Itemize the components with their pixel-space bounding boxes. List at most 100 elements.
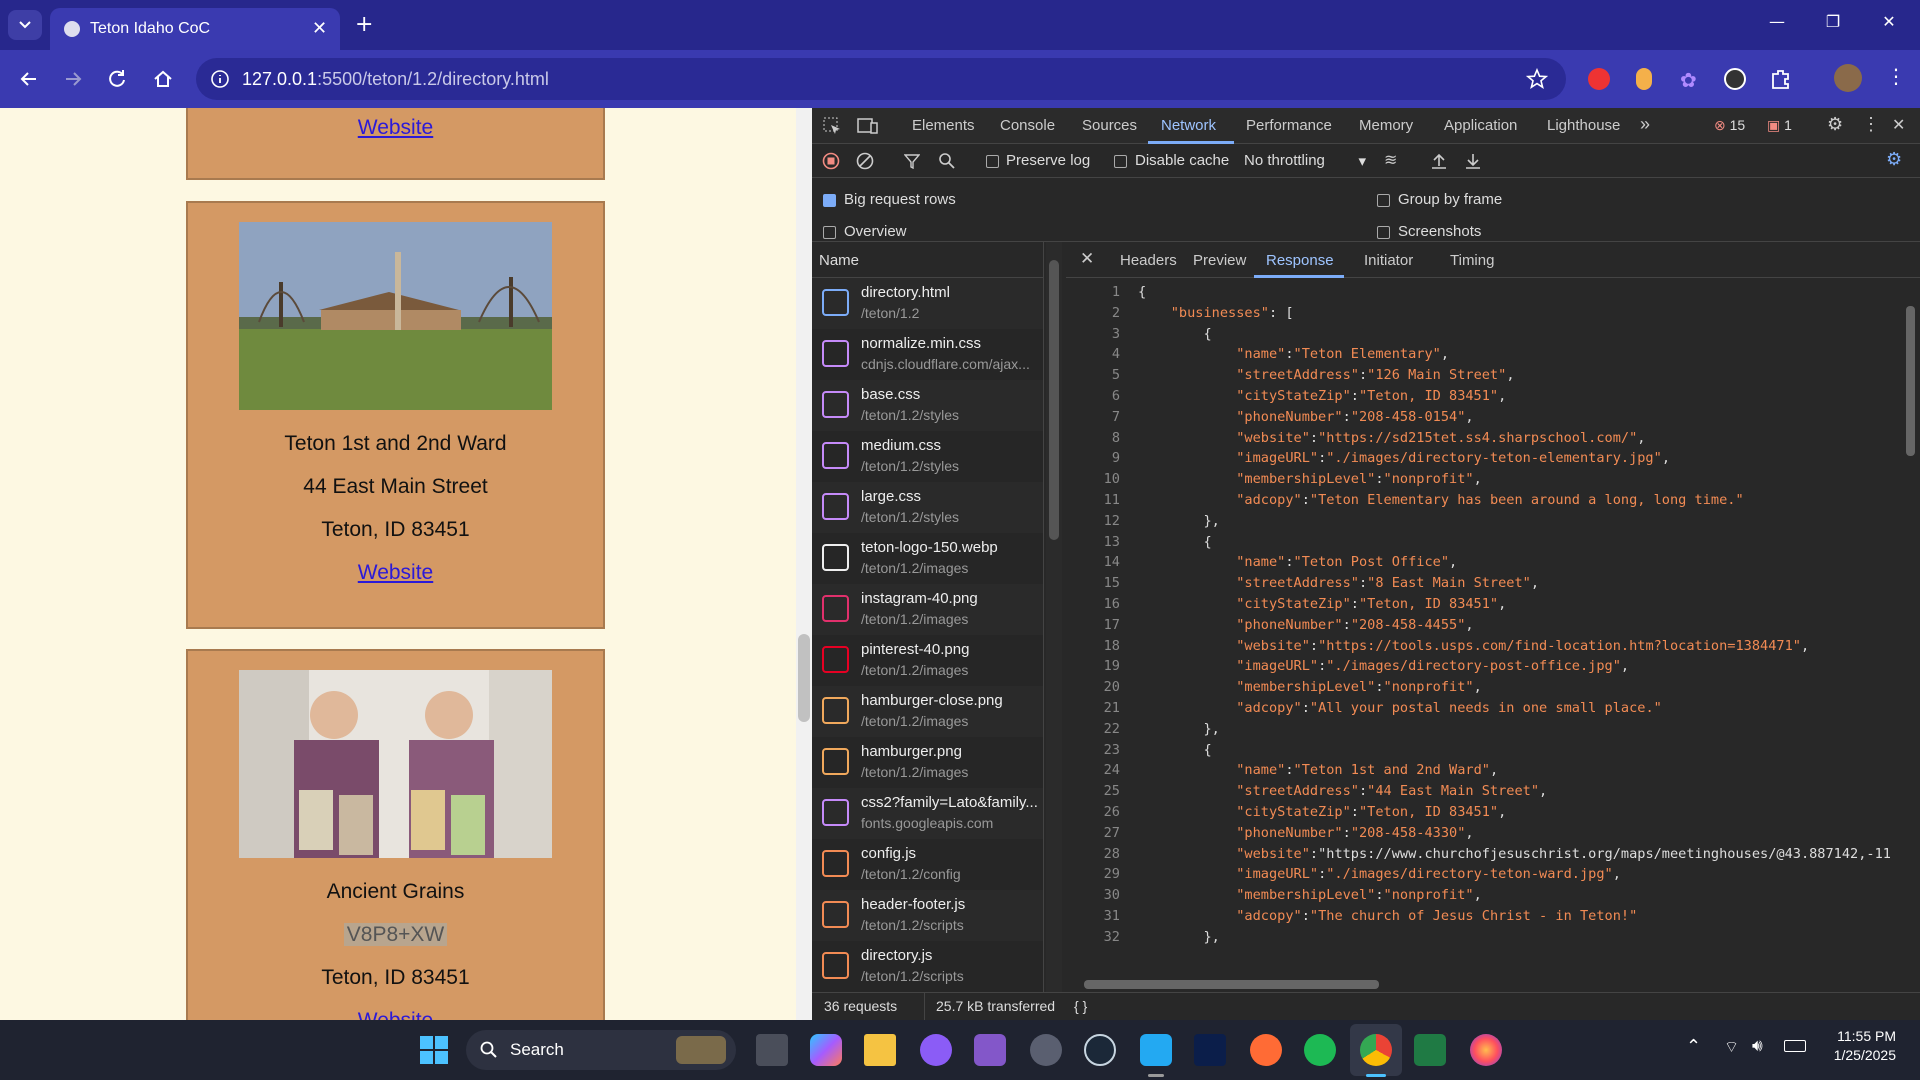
website-link[interactable]: Website	[358, 116, 433, 139]
profile-avatar[interactable]	[1834, 64, 1862, 92]
request-row[interactable]: config.js/teton/1.2/config	[812, 839, 1043, 890]
task-view-icon[interactable]	[756, 1034, 788, 1066]
request-row[interactable]: css2?family=Lato&family... fonts.googleap…	[812, 788, 1043, 839]
page-scrollbar[interactable]	[796, 108, 812, 1020]
response-vertical-scrollbar[interactable]	[1902, 284, 1918, 974]
tab-sources[interactable]: Sources	[1082, 117, 1137, 134]
volume-icon[interactable]: 🔊︎	[1752, 1036, 1763, 1056]
close-detail-icon[interactable]: ✕	[1080, 249, 1094, 269]
tab-console[interactable]: Console	[1000, 117, 1055, 134]
visual-studio-icon[interactable]	[974, 1034, 1006, 1066]
request-list-scroll-thumb[interactable]	[1049, 260, 1059, 540]
request-row[interactable]: normalize.min.css cdnjs.cloudflare.com/aj…	[812, 329, 1043, 380]
battery-icon[interactable]	[1784, 1040, 1806, 1052]
forward-button[interactable]	[58, 64, 88, 94]
github-desktop-icon[interactable]	[920, 1034, 952, 1066]
request-row[interactable]: directory.html/teton/1.2	[812, 278, 1043, 329]
address-bar[interactable]: 127.0.0.1:5500/teton/1.2/directory.html	[196, 58, 1566, 100]
show-hidden-icons-chevron-icon[interactable]: ⌃	[1686, 1036, 1701, 1057]
response-hscroll-thumb[interactable]	[1084, 980, 1379, 989]
tab-timing[interactable]: Timing	[1450, 252, 1494, 269]
request-row[interactable]: base.css/teton/1.2/styles	[812, 380, 1043, 431]
export-har-icon[interactable]	[1464, 152, 1482, 170]
new-tab-button[interactable]: +	[355, 12, 373, 37]
screenshots-checkbox[interactable]	[1377, 226, 1390, 239]
tab-performance[interactable]: Performance	[1246, 117, 1332, 134]
request-row[interactable]: hamburger.png/teton/1.2/images	[812, 737, 1043, 788]
website-link[interactable]: Website	[358, 1009, 433, 1020]
clock[interactable]: 11:55 PM 1/25/2025	[1822, 1028, 1896, 1063]
network-conditions-icon[interactable]: ≋	[1384, 150, 1397, 170]
tab-response[interactable]: Response	[1266, 252, 1334, 269]
extension-shield-icon[interactable]	[1724, 68, 1746, 90]
excel-icon[interactable]	[1414, 1034, 1446, 1066]
close-tab-icon[interactable]: ✕	[312, 18, 327, 39]
settings-gear-icon[interactable]: ⚙	[1827, 114, 1843, 135]
inspect-element-icon[interactable]	[822, 116, 842, 136]
network-settings-gear-icon[interactable]: ⚙	[1886, 149, 1902, 170]
record-stop-icon[interactable]	[822, 152, 840, 170]
close-window-button[interactable]: ✕	[1866, 12, 1912, 38]
firefox-icon[interactable]	[1470, 1034, 1502, 1066]
request-row[interactable]: directory.js/teton/1.2/scripts	[812, 941, 1043, 992]
more-options-icon[interactable]: ⋮	[1862, 114, 1880, 135]
tab-initiator[interactable]: Initiator	[1364, 252, 1413, 269]
filter-icon[interactable]	[904, 153, 920, 169]
browser-tab[interactable]: Teton Idaho CoC ✕	[50, 8, 340, 50]
postman-icon[interactable]	[1250, 1034, 1282, 1066]
throttling-select[interactable]: No throttling ▾	[1244, 152, 1374, 170]
device-toolbar-icon[interactable]	[857, 116, 879, 136]
extension-orange-icon[interactable]	[1636, 68, 1652, 90]
file-explorer-icon[interactable]	[864, 1034, 896, 1066]
home-button[interactable]	[148, 64, 178, 94]
import-har-icon[interactable]	[1430, 152, 1448, 170]
pretty-print-button[interactable]: { }	[1074, 998, 1087, 1014]
tab-application[interactable]: Application	[1444, 117, 1517, 134]
more-tabs-icon[interactable]: »	[1640, 114, 1650, 135]
steam-icon[interactable]	[1084, 1034, 1116, 1066]
request-list-header[interactable]: Name	[812, 242, 1044, 278]
spotify-icon[interactable]	[1304, 1034, 1336, 1066]
extension-red-icon[interactable]	[1588, 68, 1610, 90]
overview-checkbox[interactable]	[823, 226, 836, 239]
clear-icon[interactable]	[856, 152, 874, 170]
chrome-icon[interactable]	[1360, 1034, 1392, 1066]
error-counter[interactable]: ⊗ 15	[1714, 117, 1745, 134]
tab-memory[interactable]: Memory	[1359, 117, 1413, 134]
response-vscroll-thumb[interactable]	[1906, 306, 1915, 456]
bookmark-star-icon[interactable]	[1526, 68, 1548, 90]
disable-cache-checkbox[interactable]	[1114, 155, 1127, 168]
copilot-icon[interactable]	[810, 1034, 842, 1066]
windows-start-icon[interactable]	[418, 1034, 450, 1066]
tab-elements[interactable]: Elements	[912, 117, 975, 134]
wifi-icon[interactable]: ⌔	[1724, 1037, 1739, 1057]
request-row[interactable]: pinterest-40.png/teton/1.2/images	[812, 635, 1043, 686]
tab-headers[interactable]: Headers	[1120, 252, 1177, 269]
response-code-view[interactable]: 1{2 "businesses": [3 {4 "name":"Teton El…	[1066, 284, 1898, 974]
disney-plus-icon[interactable]	[1194, 1034, 1226, 1066]
taskbar-search-box[interactable]: Search	[466, 1030, 736, 1070]
tab-search-button[interactable]	[8, 10, 42, 40]
site-info-icon[interactable]	[210, 69, 230, 89]
preserve-log-checkbox[interactable]	[986, 155, 999, 168]
request-row[interactable]: medium.css/teton/1.2/styles	[812, 431, 1043, 482]
big-request-rows-checkbox[interactable]	[823, 194, 836, 207]
request-row[interactable]: instagram-40.png/teton/1.2/images	[812, 584, 1043, 635]
extensions-button[interactable]	[1768, 66, 1794, 92]
response-horizontal-scrollbar[interactable]	[1066, 976, 1902, 992]
reload-button[interactable]	[102, 64, 132, 94]
vpn-lock-icon[interactable]	[1030, 1034, 1062, 1066]
vscode-icon[interactable]	[1140, 1034, 1172, 1066]
tab-network[interactable]: Network	[1161, 117, 1216, 134]
page-scrollbar-thumb[interactable]	[798, 634, 810, 722]
request-row[interactable]: large.css/teton/1.2/styles	[812, 482, 1043, 533]
minimize-button[interactable]: —	[1754, 12, 1800, 38]
request-row[interactable]: hamburger-close.png/teton/1.2/images	[812, 686, 1043, 737]
request-row[interactable]: teton-logo-150.webp/teton/1.2/images	[812, 533, 1043, 584]
request-row[interactable]: header-footer.js/teton/1.2/scripts	[812, 890, 1043, 941]
extension-gear-icon[interactable]: ✿	[1680, 68, 1702, 92]
request-list-scrollbar[interactable]	[1046, 242, 1062, 992]
restore-button[interactable]: ❐	[1810, 12, 1856, 38]
issue-counter[interactable]: ▣ 1	[1767, 117, 1792, 134]
browser-menu-icon[interactable]: ⋮	[1886, 64, 1906, 88]
